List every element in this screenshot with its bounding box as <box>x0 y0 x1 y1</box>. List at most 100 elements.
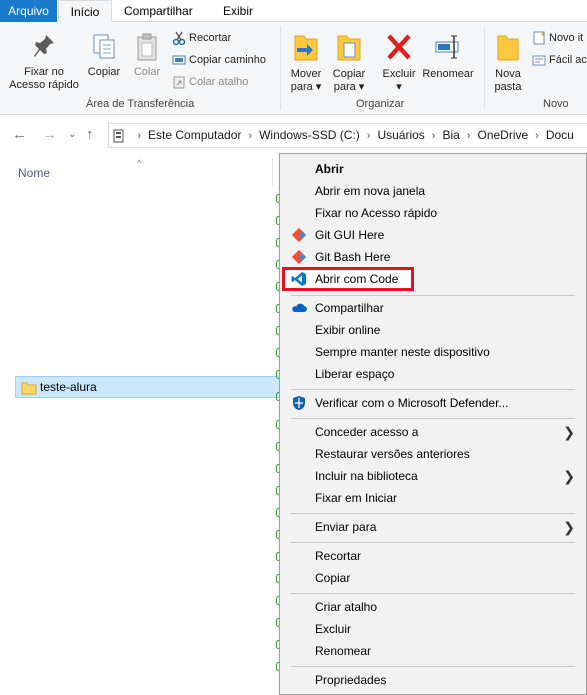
move-to-button[interactable]: Mover para ▾ <box>286 30 326 94</box>
menu-item-include-library[interactable]: Incluir na biblioteca ❯ <box>283 465 583 487</box>
address-bar[interactable]: › Este Computador › Windows-SSD (C:) › Usuári… <box>108 123 587 148</box>
easy-access-button[interactable]: Fácil ac <box>532 51 587 69</box>
column-header-name[interactable]: Nome <box>18 166 50 180</box>
breadcrumb-item[interactable]: Docu <box>546 124 574 147</box>
breadcrumb-item[interactable]: OneDrive <box>477 124 528 147</box>
menu-item-label: Incluir na biblioteca <box>315 469 418 483</box>
menu-item-grant-access[interactable]: Conceder acesso a ❯ <box>283 421 583 443</box>
paste-button[interactable]: Colar <box>128 32 166 79</box>
clipboard-icon <box>137 33 157 61</box>
address-computer-icon <box>109 124 127 147</box>
breadcrumb-item[interactable]: Este Computador <box>148 124 241 147</box>
menu-item-pin-quick-access[interactable]: Fixar no Acesso rápido <box>283 202 583 224</box>
folder-icon <box>21 382 37 395</box>
address-chevron-icon[interactable]: › <box>528 130 546 142</box>
context-menu: Abrir Abrir em nova janela Fixar no Aces… <box>279 153 587 695</box>
vscode-icon <box>291 272 306 286</box>
rename-button[interactable]: Renomear <box>420 30 476 81</box>
git-icon <box>291 249 307 265</box>
submenu-arrow-icon: ❯ <box>563 424 575 440</box>
menu-item-restore-versions[interactable]: Restaurar versões anteriores <box>283 443 583 465</box>
navigation-bar: ← → ⌄ ↑ › Este Computador › Windows-SSD (C:… <box>0 116 587 154</box>
menu-item-send-to[interactable]: Enviar para ❯ <box>283 516 583 538</box>
breadcrumb-item[interactable]: Bia <box>442 124 459 147</box>
menu-item-free-space[interactable]: Liberar espaço <box>283 363 583 385</box>
address-chevron-icon[interactable]: › <box>460 130 478 142</box>
menu-item-cut[interactable]: Recortar <box>283 545 583 567</box>
tab-home[interactable]: Início <box>58 0 112 22</box>
scissors-icon <box>172 31 186 46</box>
clipboard-group-label: Área de Transferência <box>86 98 195 110</box>
tab-share[interactable]: Compartilhar <box>116 0 201 22</box>
menu-item-git-bash[interactable]: Git Bash Here <box>283 246 583 268</box>
ribbon-separator <box>280 26 281 110</box>
paste-shortcut-button[interactable]: Colar atalho <box>172 73 248 91</box>
breadcrumb-item[interactable]: Windows-SSD (C:) <box>259 124 360 147</box>
tab-view[interactable]: Exibir <box>215 0 261 22</box>
copy-to-icon <box>337 35 361 61</box>
paste-shortcut-label: Colar atalho <box>189 76 249 88</box>
copy-to-button[interactable]: Copiar para ▾ <box>329 30 369 94</box>
easy-access-icon <box>532 55 546 66</box>
new-item-icon <box>533 31 545 45</box>
menu-separator <box>291 542 575 543</box>
menu-item-rename[interactable]: Renomear <box>283 640 583 662</box>
sort-ascending-icon: ^ <box>137 158 142 168</box>
address-chevron-icon[interactable]: › <box>360 130 378 142</box>
menu-item-label: Conceder acesso a <box>315 425 419 439</box>
menu-item-label: Git GUI Here <box>315 228 385 242</box>
copy-button[interactable]: Copiar <box>85 32 123 79</box>
menu-item-open-new-window[interactable]: Abrir em nova janela <box>283 180 583 202</box>
defender-shield-icon <box>293 396 305 410</box>
copy-label: Copiar <box>87 66 121 78</box>
menu-separator <box>291 295 575 296</box>
cut-button[interactable]: Recortar <box>172 29 231 47</box>
menu-item-label: Abrir com Code <box>315 272 399 286</box>
new-folder-button[interactable]: Nova pasta <box>490 30 526 94</box>
menu-item-properties[interactable]: Propriedades <box>283 669 583 691</box>
menu-item-defender[interactable]: Verificar com o Microsoft Defender... <box>283 392 583 414</box>
menu-item-label: Enviar para <box>315 520 377 534</box>
pin-quick-access-button[interactable]: Fixar no Acesso rápido <box>6 32 82 92</box>
up-arrow-icon[interactable]: ↑ <box>86 126 94 143</box>
file-row-selected[interactable]: teste-alura <box>15 376 283 398</box>
newfolder-label-1: Nova <box>495 68 521 80</box>
new-group-label: Novo <box>543 98 569 110</box>
address-chevron-icon[interactable]: › <box>425 130 443 142</box>
tab-file[interactable]: Arquivo <box>0 0 57 22</box>
menu-separator <box>291 666 575 667</box>
move-label-1: Mover <box>290 68 322 80</box>
copy-path-label: Copiar caminho <box>189 54 267 66</box>
address-chevron-icon[interactable]: › <box>130 130 148 142</box>
address-chevron-icon[interactable]: › <box>241 130 259 142</box>
menu-item-open-with-code[interactable]: Abrir com Code <box>282 267 414 291</box>
breadcrumb-item[interactable]: Usuários <box>377 124 424 147</box>
paste-label: Colar <box>133 66 161 78</box>
column-divider[interactable] <box>272 158 273 186</box>
copy-path-button[interactable]: Copiar caminho <box>172 51 266 69</box>
submenu-arrow-icon: ❯ <box>563 468 575 484</box>
delete-button[interactable]: Excluir ▾ <box>379 30 419 94</box>
delete-label: Excluir <box>382 68 416 80</box>
newfolder-label-2: pasta <box>494 81 522 93</box>
menu-item-pin-start[interactable]: Fixar em Iniciar <box>283 487 583 509</box>
menu-item-always-keep[interactable]: Sempre manter neste dispositivo <box>283 341 583 363</box>
back-arrow-icon[interactable]: ← <box>12 126 27 143</box>
copyto-label-1: Copiar <box>332 68 366 80</box>
menu-item-copy[interactable]: Copiar <box>283 567 583 589</box>
recent-locations-chevron-icon[interactable]: ⌄ <box>68 129 76 140</box>
menu-item-create-shortcut[interactable]: Criar atalho <box>283 596 583 618</box>
new-item-button[interactable]: Novo it <box>532 29 583 47</box>
menu-item-git-gui[interactable]: Git GUI Here <box>283 224 583 246</box>
menu-separator <box>291 389 575 390</box>
menu-item-share[interactable]: Compartilhar <box>283 297 583 319</box>
onedrive-cloud-icon <box>292 303 307 312</box>
pin-icon <box>34 35 54 57</box>
menu-item-open[interactable]: Abrir <box>283 158 583 180</box>
menu-item-delete[interactable]: Excluir <box>283 618 583 640</box>
menu-item-view-online[interactable]: Exibir online <box>283 319 583 341</box>
forward-arrow-icon[interactable]: → <box>42 126 57 143</box>
easy-access-label: Fácil ac <box>549 54 587 66</box>
ribbon-separator <box>484 26 485 110</box>
move-to-icon <box>294 35 318 61</box>
